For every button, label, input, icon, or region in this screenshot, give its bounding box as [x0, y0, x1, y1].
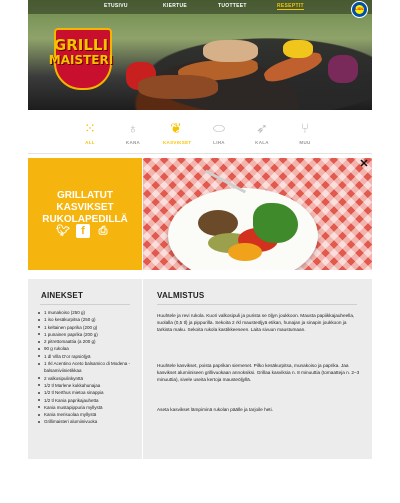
category-kana[interactable]: ♁ KANA [120, 118, 146, 145]
list-item: Kania merisuolaa myllystä [38, 411, 138, 418]
list-item: 1 keltainen paprika (200 g) [38, 324, 138, 331]
category-liha[interactable]: ⬭ LIHA [206, 118, 232, 145]
divider [40, 304, 130, 305]
nav-item-etusivu[interactable]: ETUSIVU [104, 3, 128, 9]
ingredients-panel: AINEKSET 1 munakoiso (250 g) 1 iso kesäk… [28, 279, 142, 459]
list-item: 1/2 tl Kania paprikajauhetta [38, 397, 138, 404]
divider [157, 304, 357, 305]
list-item: 2 pitrettomaattia (a 200 g) [38, 338, 138, 345]
category-kala[interactable]: ➶ KALA [249, 118, 275, 145]
list-item: 90 g rukolaa [38, 345, 138, 352]
chicken-leg-icon: ♁ [127, 120, 139, 136]
preparation-step: Aseta kasvikset lämpiminä rukolan päälle… [157, 407, 273, 412]
category-all[interactable]: ⁙ ALL [77, 118, 103, 145]
list-item: 1 iso kesäkurpitsa (250 g) [38, 316, 138, 323]
twitter-icon[interactable]: 🐦︎ [56, 224, 70, 238]
preparation-heading: VALMISTUS [157, 291, 205, 300]
recipe-title: GRILLATUT KASVIKSET RUKOLAPEDILLÄ [42, 190, 128, 225]
steak-icon: ⬭ [213, 120, 225, 136]
ingredients-list: 1 munakoiso (250 g) 1 iso kesäkurpitsa (… [38, 309, 138, 426]
recipe-title-panel: GRILLATUT KASVIKSET RUKOLAPEDILLÄ 🐦︎ f ⎙ [28, 158, 142, 270]
recipe-photo [143, 158, 372, 270]
preparation-step: Huuhtele kasvikset, poista paprikan siem… [157, 363, 360, 382]
preparation-panel: VALMISTUS Huuhtele ja revi rukola. Kuori… [143, 279, 372, 459]
grid-dots-icon: ⁙ [84, 120, 96, 136]
list-item: 1/2 tl Nerthus mietoa sinappia [38, 389, 138, 396]
fish-icon: ➶ [256, 120, 268, 136]
grilled-onion [328, 55, 358, 83]
preparation-step: Huuhtele ja revi rukola. Kuori valkosipu… [157, 313, 355, 332]
ingredients-heading: AINEKSET [41, 291, 84, 300]
list-item: 2 valkosipulinkynttä [38, 375, 138, 382]
arugula [253, 203, 298, 243]
cutlery-icon: ⑂ [300, 120, 310, 136]
list-item: 1/2 tl Marlene kukkahunajaa [38, 382, 138, 389]
grilled-pepper [283, 40, 313, 58]
logo-line-2: MAISTERI [48, 53, 114, 67]
list-item: 1 rkl Acentino Aceto balsamico di Modena… [38, 360, 138, 375]
nav-item-tuotteet[interactable]: TUOTTEET [218, 3, 247, 9]
logo-line-1: GRILLI [53, 36, 109, 54]
share-buttons: 🐦︎ f ⎙ [56, 224, 116, 238]
nav-item-kiertue[interactable]: KIERTUE [163, 3, 187, 9]
facebook-icon[interactable]: f [76, 224, 90, 238]
category-muu[interactable]: ⑂ MUU [292, 118, 318, 145]
list-item: Grillimaisteri alumiinivuoka [38, 418, 138, 425]
category-nav: ⁙ ALL ♁ KANA ❦ KASVIKSET ⬭ LIHA ➶ KALA ⑂… [75, 118, 325, 150]
hero-banner: ETUSIVU KIERTUE TUOTTEET RESEPTIT LIDL G… [28, 0, 372, 110]
list-item: Kania mustapippuria myllystä [38, 404, 138, 411]
corn-icon: ❦ [170, 120, 182, 136]
list-item: 1 munakoiso (250 g) [38, 309, 138, 316]
divider [28, 153, 372, 154]
grilled-meat [203, 40, 258, 62]
category-kasvikset[interactable]: ❦ KASVIKSET [163, 118, 191, 145]
top-navigation: ETUSIVU KIERTUE TUOTTEET RESEPTIT LIDL [28, 0, 372, 18]
nav-item-reseptit[interactable]: RESEPTIT [277, 3, 304, 10]
print-icon[interactable]: ⎙ [96, 224, 110, 238]
plate [168, 188, 318, 270]
lidl-logo[interactable]: LIDL [351, 1, 368, 18]
grilled-yellow-pepper [228, 243, 262, 261]
grilled-meat [138, 75, 218, 99]
grillimaisteri-logo[interactable]: GRILLI MAISTERI [46, 22, 116, 90]
list-item: 1 punainen paprika (200 g) [38, 331, 138, 338]
close-icon[interactable]: ✕ [358, 158, 370, 170]
list-item: 1 dl Villa D'or rapsiöljyä [38, 353, 138, 360]
